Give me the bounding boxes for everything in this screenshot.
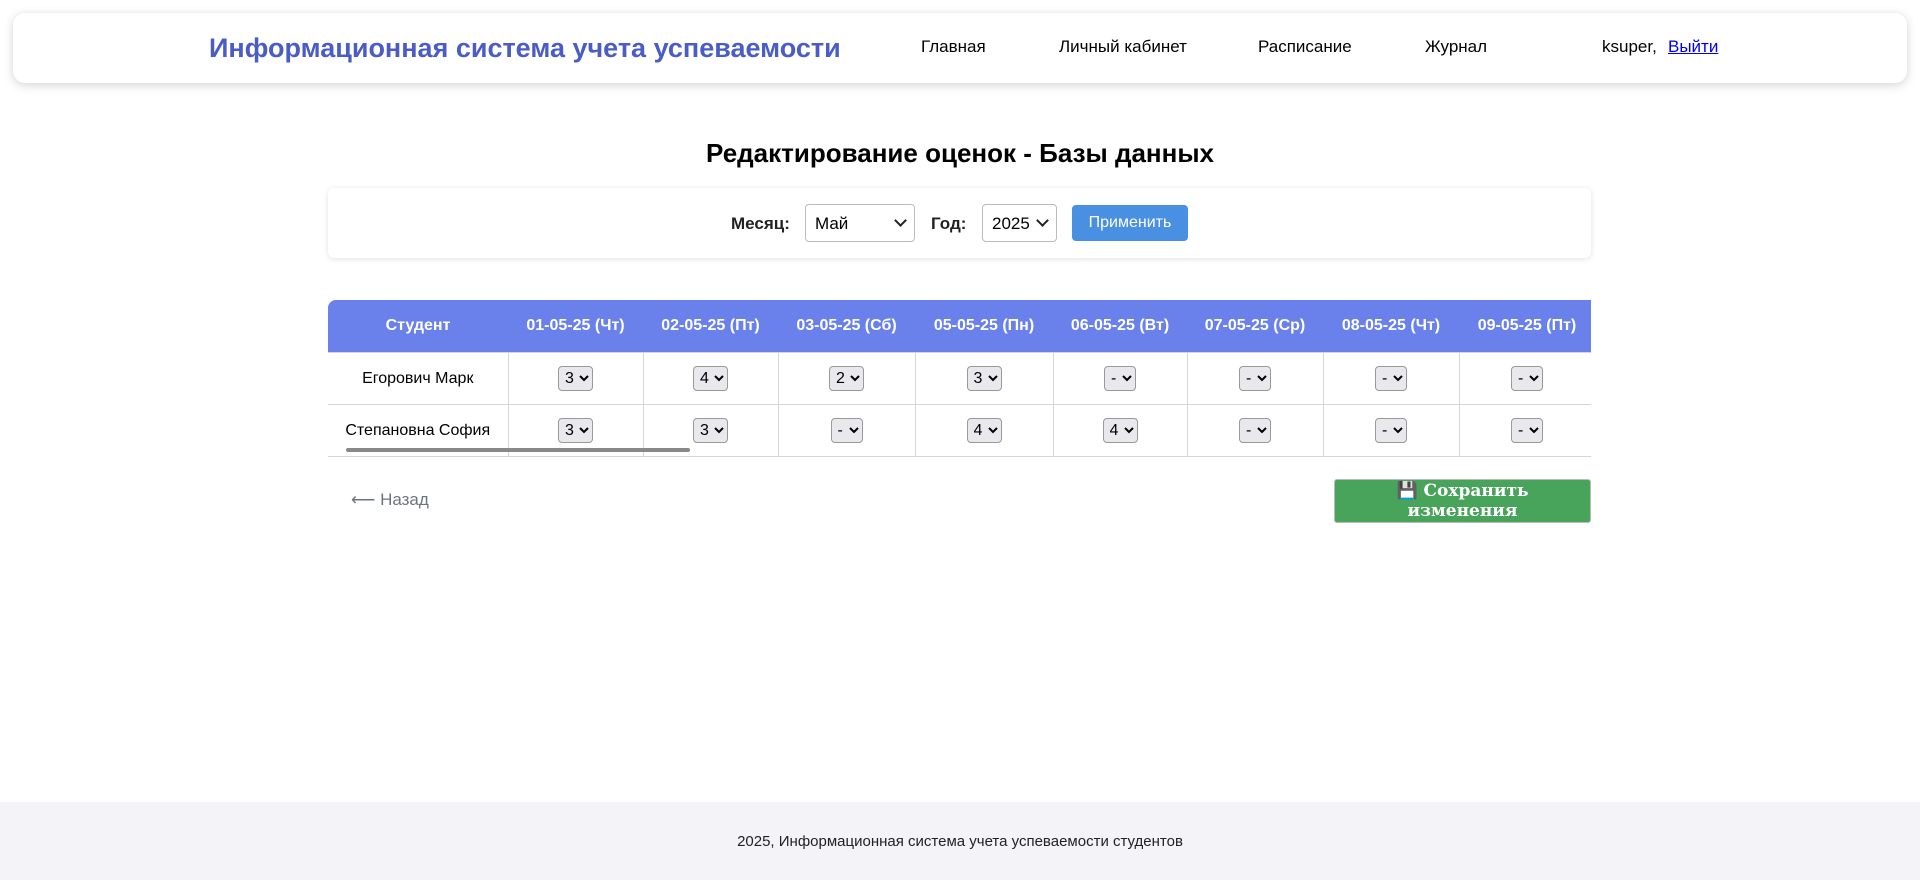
grade-select[interactable]: - — [1239, 366, 1271, 391]
grade-select[interactable]: 3 — [558, 366, 593, 391]
horizontal-scrollbar[interactable] — [346, 448, 690, 452]
nav-profile[interactable]: Личный кабинет — [1059, 37, 1187, 57]
grade-select[interactable]: 3 — [558, 418, 593, 443]
grade-cell: 2 — [777, 352, 916, 405]
nav-schedule[interactable]: Расписание — [1258, 37, 1352, 57]
grade-select[interactable]: - — [1511, 366, 1543, 391]
column-header-date: 09-05-25 (Пт) — [1459, 300, 1591, 353]
chevron-down-icon — [894, 214, 907, 227]
footer: 2025, Информационная система учета успев… — [0, 802, 1920, 880]
grade-cell: 3 — [507, 352, 644, 405]
column-header-date: 06-05-25 (Вт) — [1053, 300, 1187, 353]
grades-table: Студент 01-05-25 (Чт) 02-05-25 (Пт) 03-05-2… — [328, 300, 1591, 457]
back-link[interactable]: ⟵ Назад — [351, 490, 429, 510]
grade-select[interactable]: 3 — [966, 366, 1002, 391]
nav-home[interactable]: Главная — [921, 37, 986, 57]
column-header-date: 08-05-25 (Чт) — [1323, 300, 1459, 353]
page-title: Редактирование оценок - Базы данных — [706, 138, 1214, 168]
year-value: 2025 — [992, 214, 1030, 233]
column-header-date: 05-05-25 (Пн) — [915, 300, 1053, 353]
column-header-student: Студент — [328, 300, 508, 353]
grade-cell: 4 — [642, 352, 779, 405]
grade-select[interactable]: - — [1104, 366, 1136, 391]
logout-link[interactable]: Выйти — [1668, 37, 1718, 57]
year-select[interactable]: 2025 — [982, 204, 1057, 242]
brand-title[interactable]: Информационная система учета успеваемост… — [209, 33, 841, 64]
grade-select[interactable]: - — [1375, 366, 1407, 391]
grade-select[interactable]: 3 — [693, 418, 728, 443]
grade-select[interactable]: - — [1375, 418, 1407, 443]
month-select[interactable]: Май — [805, 204, 915, 242]
grade-cell: - — [1458, 352, 1591, 405]
nav-journal[interactable]: Журнал — [1425, 37, 1487, 57]
year-label: Год: — [931, 214, 967, 233]
grade-select[interactable]: 4 — [966, 418, 1002, 443]
grades-table-container[interactable]: Студент 01-05-25 (Чт) 02-05-25 (Пт) 03-05-2… — [328, 300, 1591, 457]
username: ksuper, — [1602, 37, 1657, 56]
grade-cell: - — [777, 404, 916, 457]
grade-cell: - — [1186, 404, 1324, 457]
grade-cell: - — [1322, 404, 1460, 457]
grade-select[interactable]: - — [1239, 418, 1271, 443]
column-header-date: 01-05-25 (Чт) — [508, 300, 643, 353]
column-header-date: 03-05-25 (Сб) — [778, 300, 915, 353]
grade-cell: - — [1322, 352, 1460, 405]
grade-select[interactable]: 4 — [693, 366, 728, 391]
grade-select[interactable]: - — [1511, 418, 1543, 443]
grade-cell: 4 — [1052, 404, 1188, 457]
grade-select[interactable]: - — [830, 418, 863, 443]
grade-select[interactable]: 2 — [829, 366, 864, 391]
grade-select[interactable]: 4 — [1102, 418, 1138, 443]
grade-cell: - — [1186, 352, 1324, 405]
column-header-date: 02-05-25 (Пт) — [643, 300, 778, 353]
column-header-date: 07-05-25 (Ср) — [1187, 300, 1323, 353]
apply-button[interactable]: Применить — [1072, 205, 1188, 241]
footer-text: 2025, Информационная система учета успев… — [737, 833, 1183, 850]
grade-cell: - — [1052, 352, 1188, 405]
student-name: Егорович Марк — [328, 352, 509, 405]
grade-cell: 4 — [914, 404, 1054, 457]
chevron-down-icon — [1036, 214, 1049, 227]
grade-cell: - — [1458, 404, 1591, 457]
grade-cell: 3 — [914, 352, 1054, 405]
month-label: Месяц: — [731, 214, 790, 233]
save-changes-button[interactable]: 💾 Сохранить изменения — [1334, 479, 1591, 523]
filter-panel: Месяц: Май Год: 2025 Применить — [328, 188, 1591, 258]
table-row: Егорович Марк 3 4 2 3 - - - - — [328, 352, 1591, 405]
top-navbar: Информационная система учета успеваемост… — [13, 13, 1907, 83]
month-value: Май — [815, 214, 849, 233]
